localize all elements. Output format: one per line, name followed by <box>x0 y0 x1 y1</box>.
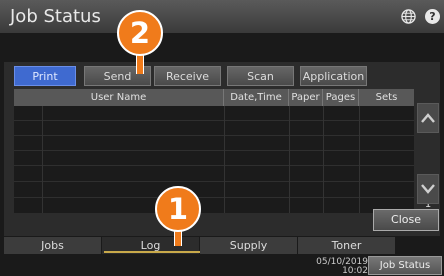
window-title: Job Status <box>10 6 101 27</box>
callout-2: 2 <box>117 10 163 56</box>
tab-supply[interactable]: Supply <box>200 237 298 254</box>
job-table <box>14 106 414 213</box>
chevron-up-icon <box>421 113 435 123</box>
tab-application[interactable]: Application <box>300 66 367 86</box>
table-row[interactable] <box>14 151 414 166</box>
col-pages[interactable]: Pages <box>323 89 359 106</box>
tab-scan[interactable]: Scan <box>227 66 294 86</box>
table-row[interactable] <box>14 182 414 198</box>
table-row[interactable] <box>14 121 414 136</box>
col-date-time[interactable]: Date,Time <box>224 89 289 106</box>
col-paper[interactable]: Paper <box>289 89 323 106</box>
tab-receive[interactable]: Receive <box>154 66 221 86</box>
col-sets[interactable]: Sets <box>359 89 414 106</box>
table-row[interactable] <box>14 106 414 121</box>
tab-toner[interactable]: Toner <box>298 237 396 254</box>
column-divider <box>359 106 360 213</box>
tab-print[interactable]: Print <box>14 66 76 86</box>
table-row[interactable] <box>14 136 414 151</box>
scroll-down-button[interactable] <box>417 174 439 204</box>
title-bar: Job Status ? <box>0 0 444 33</box>
column-divider <box>289 106 290 213</box>
job-status-button[interactable]: Job Status <box>368 256 442 275</box>
column-divider <box>42 106 43 213</box>
scroll-up-button[interactable] <box>417 103 439 133</box>
table-header: User Name Date,Time Paper Pages Sets <box>14 89 414 106</box>
globe-icon[interactable] <box>401 9 416 24</box>
help-icon[interactable]: ? <box>425 9 440 24</box>
column-divider <box>224 106 225 213</box>
status-time: 10:02 <box>342 266 368 276</box>
tab-jobs[interactable]: Jobs <box>4 237 102 254</box>
close-button[interactable]: Close <box>373 209 439 231</box>
col-user-name[interactable]: User Name <box>14 89 224 106</box>
status-datetime: 05/10/2019 10:02 <box>312 258 368 276</box>
chevron-down-icon <box>421 184 435 194</box>
active-tab-indicator <box>104 251 200 253</box>
column-divider <box>323 106 324 213</box>
callout-1: 1 <box>155 186 201 232</box>
table-row[interactable] <box>14 166 414 182</box>
table-row[interactable] <box>14 198 414 213</box>
